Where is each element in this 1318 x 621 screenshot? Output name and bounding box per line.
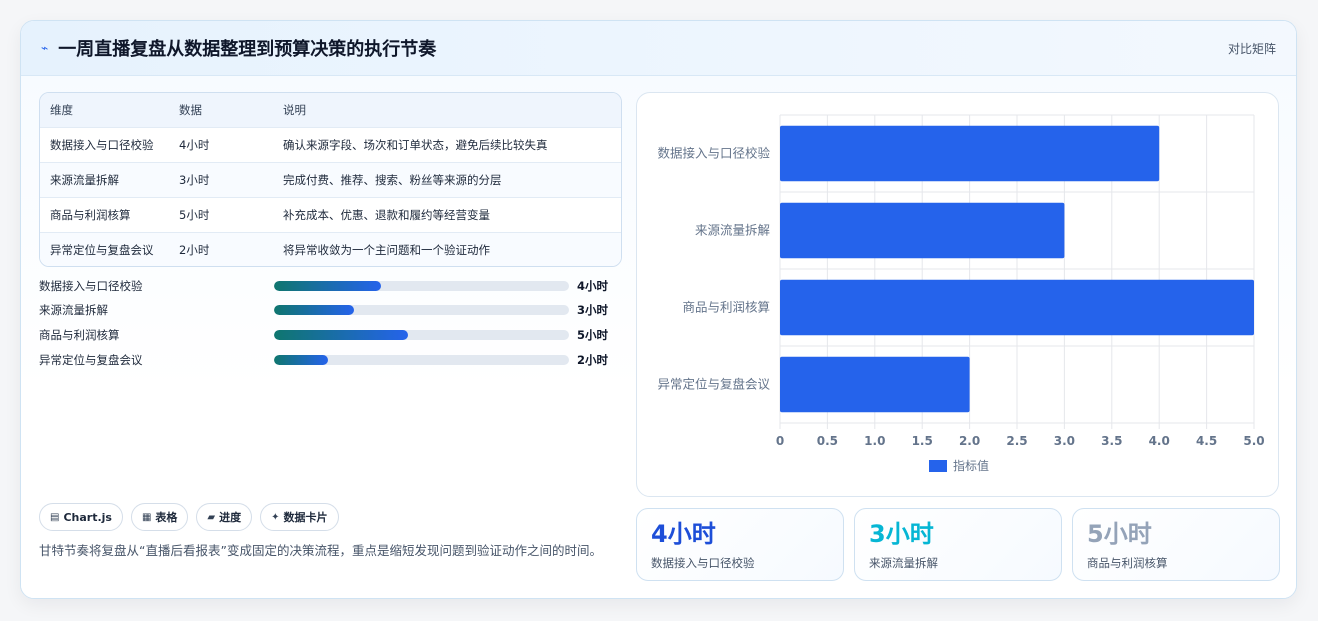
table-header-cell: 数据 (179, 103, 202, 117)
table-cell: 完成付费、推荐、搜索、粉丝等来源的分层 (283, 173, 502, 187)
bar-chart: 0 0.5 1.0 1.5 2.0 2.5 3.0 3.5 4.0 4.5 5.0 数据接入与口径校验… (636, 92, 1279, 497)
progress-fill (274, 330, 409, 340)
legend-label: 指标值 (953, 458, 989, 473)
chip-chartjs[interactable]: ▤ Chart.js (39, 503, 123, 531)
table-cell: 异常定位与复盘会议 (50, 243, 154, 257)
table-header-cell: 维度 (50, 103, 73, 117)
table-cell: 3小时 (179, 173, 210, 187)
bolt-icon: ⌁ (41, 41, 49, 55)
chip-label: 数据卡片 (283, 511, 328, 524)
x-tick-label: 2.5 (1006, 434, 1027, 448)
header-tag: 对比矩阵 (1227, 41, 1276, 56)
table-cell: 补充成本、优惠、退款和履约等经营变量 (283, 208, 490, 222)
progress-icon: ▰ (207, 511, 216, 523)
progress-label: 数据接入与口径校验 (39, 279, 143, 293)
x-tick-label: 0 (776, 434, 784, 448)
progress-label: 异常定位与复盘会议 (39, 353, 143, 367)
sparkle-icon: ✦ (271, 511, 280, 523)
y-tick-label: 异常定位与复盘会议 (657, 377, 770, 392)
monitor-icon: ▤ (50, 511, 60, 523)
table-cell: 2小时 (179, 243, 210, 257)
bar (780, 356, 970, 413)
x-tick-label: 0.5 (817, 434, 838, 448)
table-row: 商品与利润核算 5小时 补充成本、优惠、退款和履约等经营变量 (40, 197, 621, 232)
table-icon: ▦ (141, 511, 152, 523)
stat-card: 4小时 数据接入与口径校验 (636, 508, 844, 581)
legend-swatch (929, 460, 947, 472)
table-cell: 商品与利润核算 (50, 208, 131, 222)
y-tick-label: 来源流量拆解 (695, 223, 770, 238)
x-tick-label: 4.0 (1149, 434, 1170, 448)
bar (780, 202, 1065, 259)
stat-value: 4小时 (651, 520, 716, 548)
progress-value: 2小时 (577, 353, 609, 367)
chip-label: Chart.js (63, 510, 112, 524)
stat-value: 3小时 (869, 520, 934, 548)
table-cell: 来源流量拆解 (50, 173, 119, 187)
chip-table[interactable]: ▦ 表格 (130, 503, 189, 531)
bar (780, 279, 1254, 336)
stat-card: 3小时 来源流量拆解 (854, 508, 1062, 581)
stat-label: 来源流量拆解 (869, 556, 938, 570)
summary-note: 甘特节奏将复盘从“直播后看报表”变成固定的决策流程，重点是缩短发现问题到验证动作… (39, 543, 602, 558)
x-tick-label: 3.5 (1101, 434, 1122, 448)
table-row: 异常定位与复盘会议 2小时 将异常收敛为一个主问题和一个验证动作 (40, 232, 621, 266)
progress-row: 来源流量拆解 3小时 (39, 301, 614, 319)
table-cell: 确认来源字段、场次和订单状态，避免后续比较失真 (283, 138, 548, 152)
chip-progress[interactable]: ▰ 进度 (196, 503, 253, 531)
progress-value: 4小时 (577, 279, 609, 293)
bar (780, 125, 1160, 182)
progress-row: 数据接入与口径校验 4小时 (39, 277, 614, 295)
table-cell: 将异常收敛为一个主问题和一个验证动作 (283, 243, 490, 257)
y-tick-label: 数据接入与口径校验 (657, 146, 770, 161)
stat-value: 5小时 (1087, 520, 1152, 548)
x-tick-label: 1.0 (864, 434, 885, 448)
x-tick-label: 2.0 (959, 434, 980, 448)
progress-row: 商品与利润核算 5小时 (39, 326, 614, 344)
chart-svg: 0 0.5 1.0 1.5 2.0 2.5 3.0 3.5 4.0 4.5 5.0 数据接入与口径校验… (657, 114, 1265, 473)
x-tick-label: 1.5 (912, 434, 933, 448)
progress-value: 3小时 (577, 303, 609, 317)
main-card: ⌁ 一周直播复盘从数据整理到预算决策的执行节奏 对比矩阵 维度 数据 说明 数据… (20, 20, 1297, 599)
progress-fill (274, 355, 328, 365)
table-header-row: 维度 数据 说明 (40, 93, 621, 127)
x-tick-label: 5.0 (1243, 434, 1264, 448)
stat-label: 数据接入与口径校验 (651, 556, 755, 570)
table-row: 来源流量拆解 3小时 完成付费、推荐、搜索、粉丝等来源的分层 (40, 162, 621, 197)
progress-track (274, 355, 569, 365)
progress-label: 商品与利润核算 (39, 328, 120, 342)
chip-label: 表格 (155, 511, 178, 524)
progress-track (274, 281, 569, 291)
progress-value: 5小时 (577, 328, 609, 342)
progress-track (274, 305, 569, 315)
progress-row: 异常定位与复盘会议 2小时 (39, 351, 614, 369)
table-cell: 4小时 (179, 138, 210, 152)
table-cell: 数据接入与口径校验 (50, 138, 154, 152)
page-title: 一周直播复盘从数据整理到预算决策的执行节奏 (58, 39, 437, 60)
x-tick-label: 3.0 (1054, 434, 1075, 448)
progress-track (274, 330, 569, 340)
table-row: 数据接入与口径校验 4小时 确认来源字段、场次和订单状态，避免后续比较失真 (40, 127, 621, 162)
chip-label: 进度 (219, 511, 242, 524)
progress-fill (274, 281, 382, 291)
x-tick-label: 4.5 (1196, 434, 1217, 448)
stat-label: 商品与利润核算 (1087, 556, 1168, 570)
table-cell: 5小时 (179, 208, 210, 222)
stat-card: 5小时 商品与利润核算 (1072, 508, 1280, 581)
card-header: ⌁ 一周直播复盘从数据整理到预算决策的执行节奏 对比矩阵 (21, 21, 1296, 76)
chip-data-card[interactable]: ✦ 数据卡片 (260, 503, 339, 531)
tech-chips: ▤ Chart.js ▦ 表格 ▰ 进度 ✦ 数据卡片 (39, 503, 339, 531)
table-header-cell: 说明 (283, 103, 306, 117)
y-tick-label: 商品与利润核算 (682, 300, 770, 315)
progress-label: 来源流量拆解 (39, 303, 108, 317)
progress-fill (274, 305, 355, 315)
data-table: 维度 数据 说明 数据接入与口径校验 4小时 确认来源字段、场次和订单状态，避免… (39, 92, 622, 267)
